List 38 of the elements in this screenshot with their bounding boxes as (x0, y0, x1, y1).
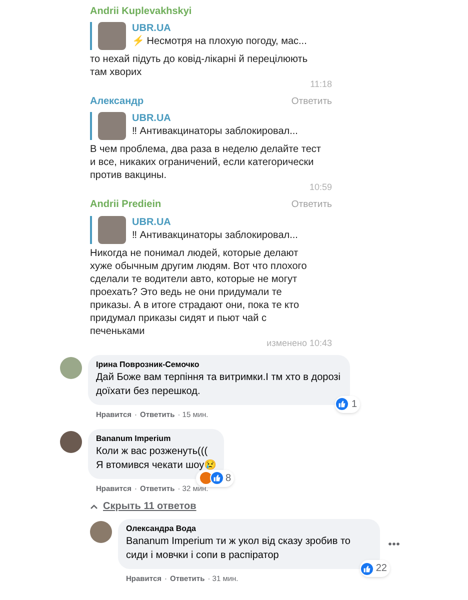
quote-text: ‼ Антивакцинаторы заблокировал... (132, 228, 298, 242)
avatar[interactable] (90, 521, 112, 543)
hide-replies-link[interactable]: Скрыть 11 ответов (103, 499, 196, 514)
commenter-name[interactable]: Bananum Imperium (96, 432, 216, 445)
photo-placeholder (98, 112, 126, 140)
like-reaction-icon (360, 562, 374, 576)
reaction-count[interactable]: 8 (196, 470, 234, 487)
message-time: изменено 10:43 (266, 338, 332, 348)
commenter-name[interactable]: Олександра Вода (126, 523, 372, 535)
avatar[interactable] (60, 430, 82, 453)
more-options-icon[interactable] (388, 542, 400, 546)
comment-text: Bananum Imperium ти ж укол від сказу зробив то сиди і мовчки і сопи в распіратор (126, 535, 352, 563)
comment-text: Дай Боже вам терпіння та витримки.І тм хто в дорозі доїхати без перешкод. (96, 370, 342, 398)
message-time: 10:59 (309, 182, 332, 194)
quoted-message[interactable]: UBR.UA ⚡ Несмотря на плохую погоду, мас... (90, 22, 332, 50)
message-text: то нехай підуть до ковід-лікарні й перецілюють там хворих (90, 53, 309, 79)
quote-source: UBR.UA (132, 216, 172, 228)
author-name: Andrii Kuplevakhskyi (90, 5, 192, 19)
quote-source: UBR.UA (132, 112, 172, 126)
caret-icon[interactable] (90, 504, 98, 509)
author-name: Andrii Prediein (90, 198, 162, 212)
message-text: Никогда не понимал людей, которые делают хуже обычным другим людям. Вот что плохого сделали те водители авто, которые не могут проехать? Это ведь не они придумали те приказы. А в итоге страдают они, пока те кто придумал приказы сидят и пьют чай с печеньками (90, 246, 308, 338)
reaction-count[interactable]: 22 (360, 560, 390, 577)
message-time: 11:18 (310, 79, 332, 90)
quoted-message[interactable]: UBR.UA ‼ Антивакцинаторы заблокировал... (90, 112, 332, 140)
quote-text: ‼ Антивакцинаторы заблокировал... (132, 125, 298, 138)
photo-placeholder (98, 22, 126, 50)
quoted-message[interactable]: UBR.UA ‼ Антивакцинаторы заблокировал... (90, 216, 332, 244)
quote-text: ⚡ Несмотря на плохую погоду, мас... (132, 35, 307, 48)
quote-source: UBR.UA (132, 22, 172, 35)
reaction-count[interactable]: 1 (335, 396, 360, 412)
angry-reaction-icon (198, 471, 213, 486)
author-name: Александр (90, 95, 144, 109)
commenter-name[interactable]: Ірина Поврозник-Семочко (96, 358, 342, 370)
like-reaction-icon (210, 471, 224, 486)
message-text: В чем проблема, два раза в неделю делайте тест и все, никаких ограничений, если категорически против вакцины. (90, 143, 322, 182)
like-reaction-icon (335, 397, 350, 411)
photo-placeholder (98, 216, 126, 244)
